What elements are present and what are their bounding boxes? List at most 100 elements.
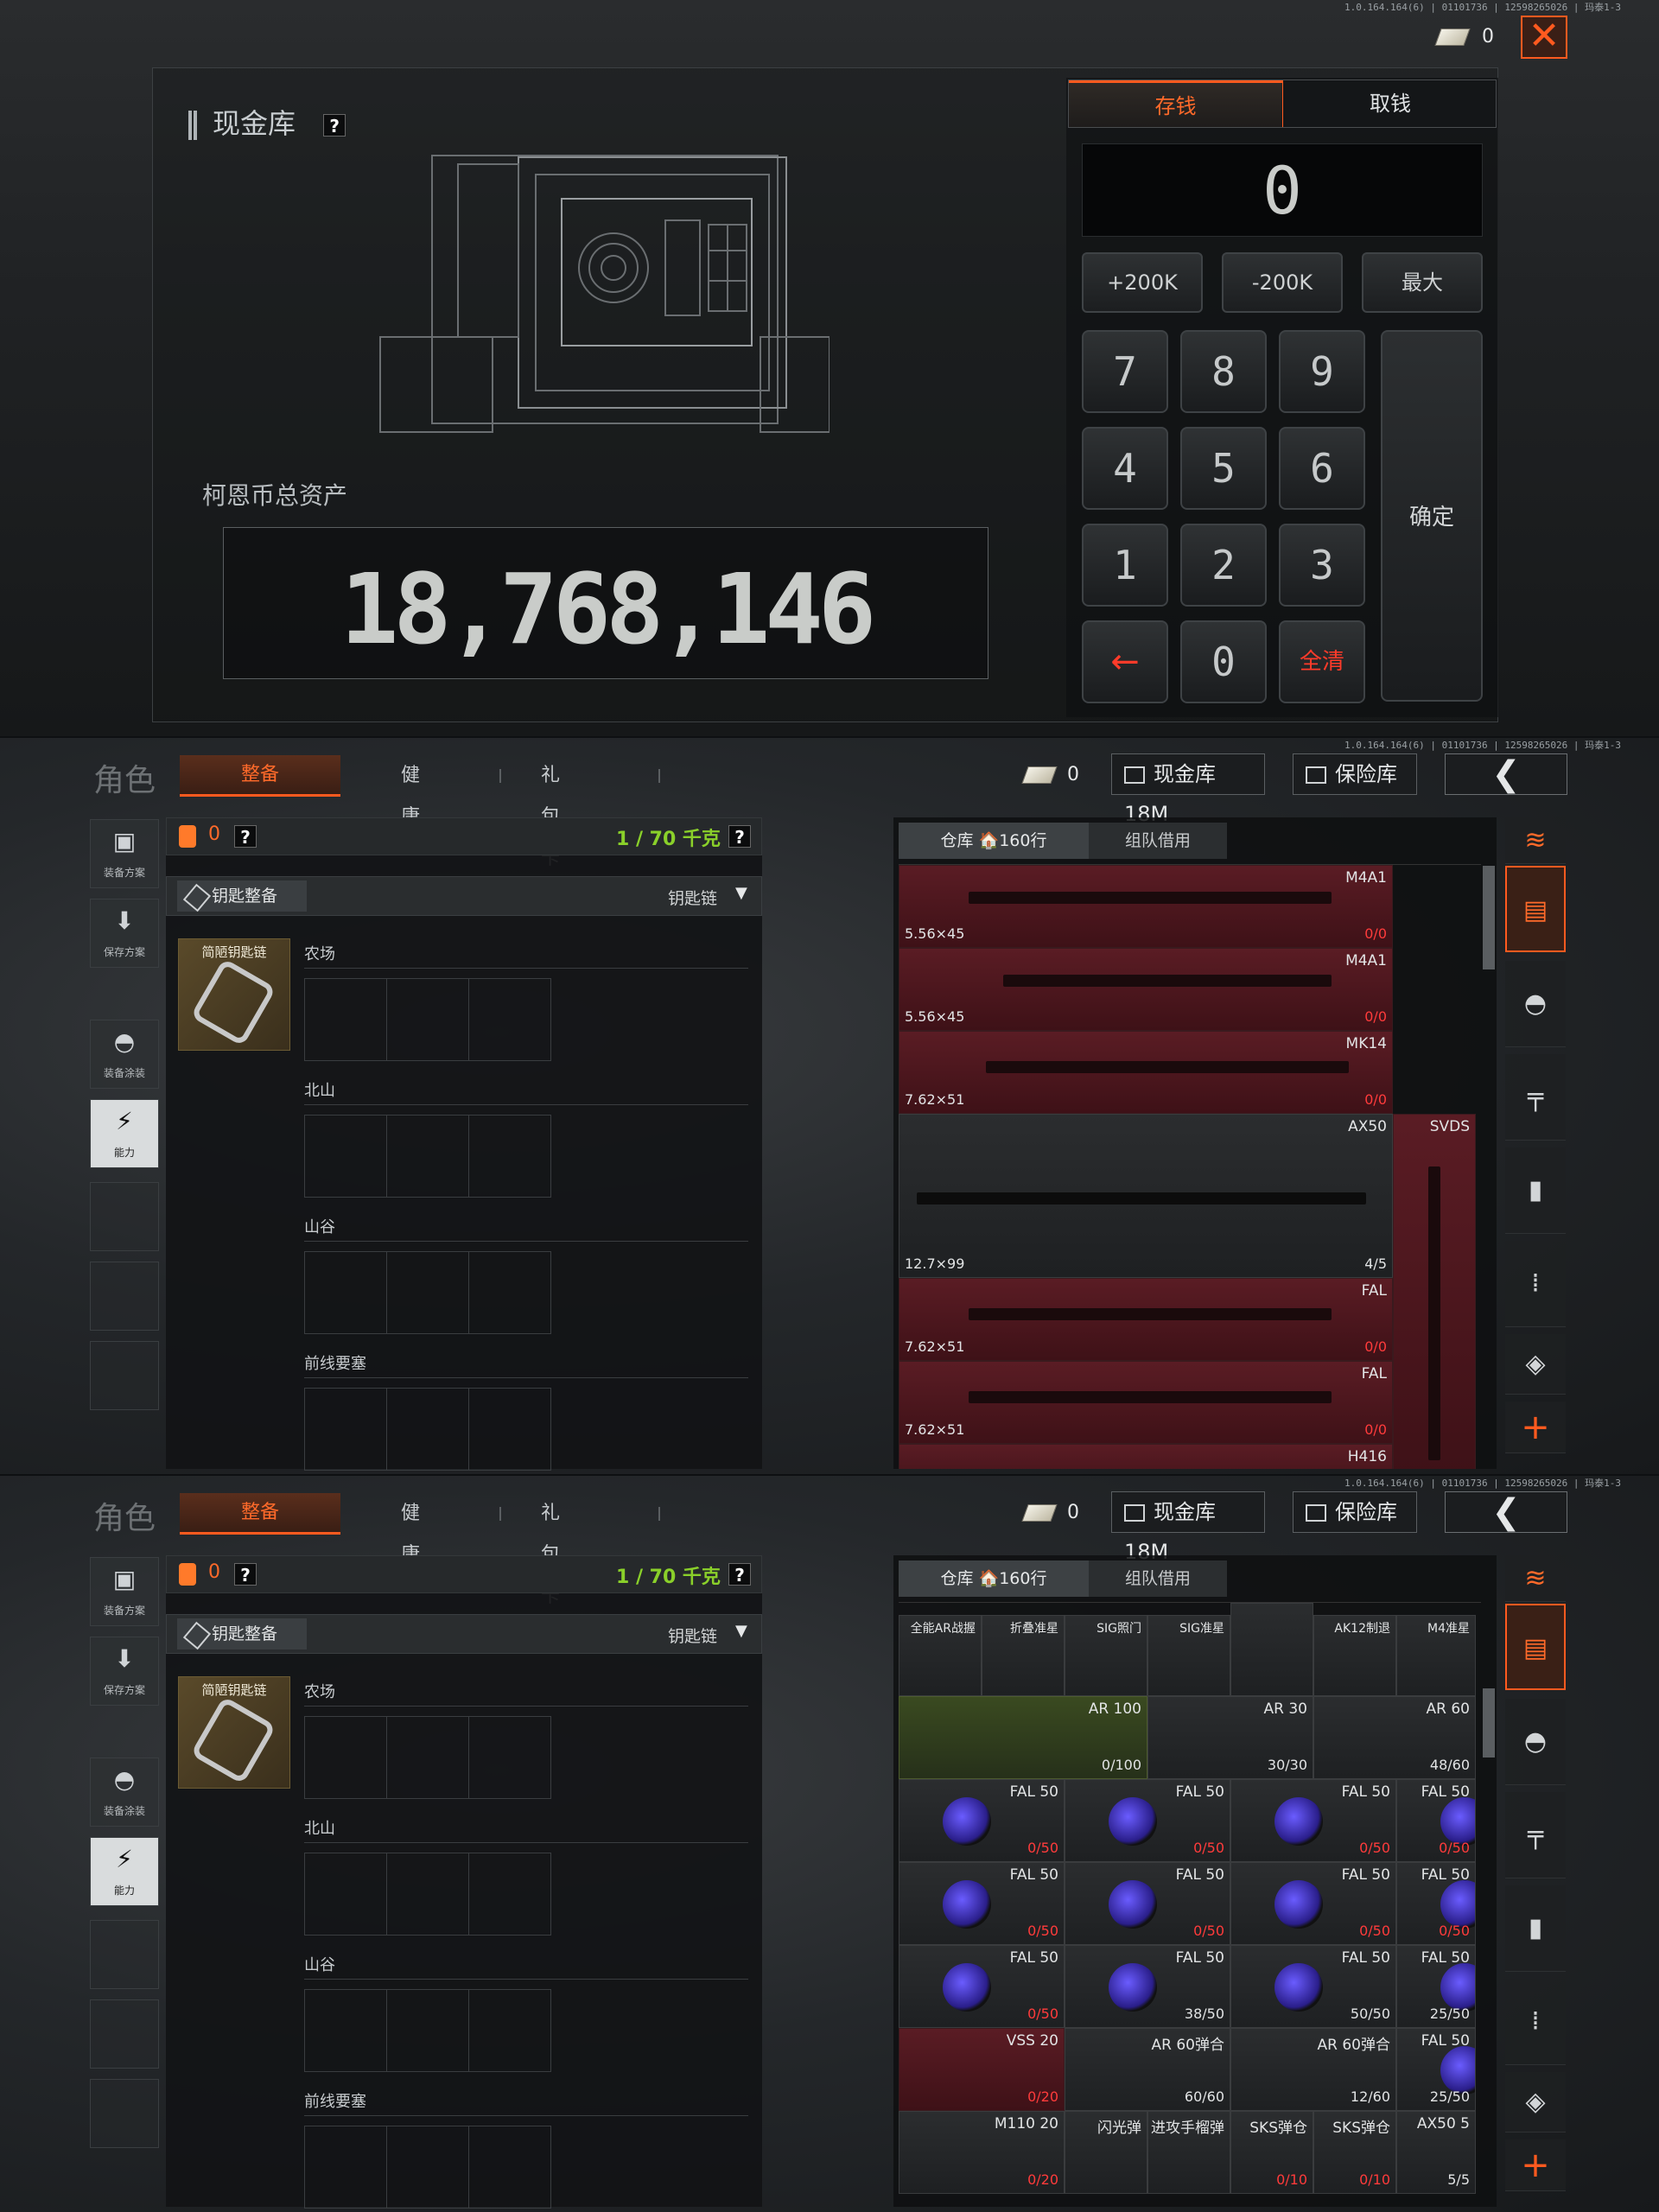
stash-item-magazine[interactable]: AR 60弹合 12/60 — [1230, 2028, 1396, 2111]
key-slots-fortress[interactable] — [304, 1388, 551, 1471]
stash-item-magazine[interactable]: AX50 5 5/5 — [1396, 2111, 1476, 2194]
key-6[interactable]: 6 — [1279, 427, 1365, 510]
side-skins[interactable]: ◓ 装备涂装 — [90, 1758, 159, 1827]
tab-prepare[interactable]: 整备 — [180, 755, 340, 797]
help-icon[interactable]: ? — [728, 825, 751, 848]
stash-item-magazine[interactable]: AR 30 30/30 — [1147, 1696, 1313, 1779]
stash-item-magazine[interactable]: AR 100 0/100 — [899, 1696, 1147, 1779]
stash-item-mk14[interactable]: MK14 7.62×51 0/0 — [899, 1031, 1393, 1114]
tab-gift-cards[interactable]: 礼包卡券 — [541, 755, 560, 911]
key-8[interactable]: 8 — [1180, 330, 1267, 413]
stash-item-magazine[interactable]: FAL 50 0/50 — [899, 1945, 1065, 2028]
key-prep-tab[interactable]: 钥匙整备 — [177, 1618, 307, 1649]
clear-all-button[interactable]: 全清 — [1279, 620, 1365, 703]
stash-item-magazine[interactable]: 进攻手榴弹 — [1147, 2111, 1230, 2194]
key-slots-valley[interactable] — [304, 1989, 551, 2072]
side-skins[interactable]: ◓ 装备涂装 — [90, 1020, 159, 1089]
plus-200k-button[interactable]: +200K — [1082, 252, 1203, 313]
side-save-loadout[interactable]: ⬇ 保存方案 — [90, 1637, 159, 1706]
stash-item-attachment[interactable]: 折叠准星 — [982, 1615, 1065, 1696]
stash-scrollbar[interactable] — [1483, 1688, 1495, 1758]
stash-item-attachment[interactable]: M4准星 — [1396, 1615, 1476, 1696]
tab-prepare[interactable]: 整备 — [180, 1493, 340, 1535]
key-slots-farm[interactable] — [304, 1716, 551, 1799]
stash-item-magazine[interactable]: SKS弹仓 0/10 — [1313, 2111, 1396, 2194]
key-chain-dropdown[interactable]: 钥匙链 — [668, 886, 717, 909]
minus-200k-button[interactable]: -200K — [1222, 252, 1343, 313]
back-button[interactable]: ❮ — [1445, 753, 1567, 795]
key-9[interactable]: 9 — [1279, 330, 1365, 413]
key-2[interactable]: 2 — [1180, 524, 1267, 607]
key-slots-north-hill[interactable] — [304, 1115, 551, 1198]
tab-team-borrow[interactable]: 组队借用 — [1089, 823, 1227, 859]
stash-item-magazine[interactable]: FAL 50 0/50 — [1065, 1862, 1230, 1945]
filter-weapon-icon[interactable]: ╤ — [1505, 1054, 1566, 1141]
filter-attachment-icon[interactable]: ◈ — [1505, 1334, 1566, 1395]
side-loadout[interactable]: ▣ 装备方案 — [90, 819, 159, 888]
filter-helmet-icon[interactable]: ◓ — [1505, 1699, 1566, 1785]
stash-item-magazine[interactable]: FAL 50 0/50 — [1230, 1779, 1396, 1862]
key-0[interactable]: 0 — [1180, 620, 1267, 703]
keychain-item[interactable]: 简陋钥匙链 — [178, 938, 290, 1051]
back-button[interactable]: ❮ — [1445, 1491, 1567, 1533]
keychain-item[interactable]: 简陋钥匙链 — [178, 1676, 290, 1789]
help-icon[interactable]: ? — [234, 1563, 257, 1586]
key-prep-tab[interactable]: 钥匙整备 — [177, 880, 307, 912]
help-icon[interactable]: ? — [234, 825, 257, 848]
stash-item-m4a1[interactable]: M4A1 5.56×45 0/0 — [899, 948, 1393, 1031]
stash-item-magazine[interactable]: AR 60弹合 60/60 — [1065, 2028, 1230, 2111]
key-chain-dropdown[interactable]: 钥匙链 — [668, 1624, 717, 1647]
filter-ammo-icon[interactable]: ⁞ — [1505, 1979, 1566, 2065]
stash-item-magazine[interactable]: AR 60 48/60 — [1313, 1696, 1476, 1779]
max-button[interactable]: 最大 — [1362, 252, 1483, 313]
side-ability[interactable]: ⚡ 能力 — [90, 1099, 159, 1168]
stash-item-attachment[interactable]: AK12制退 — [1313, 1615, 1396, 1696]
stash-item-attachment[interactable] — [1230, 1603, 1313, 1696]
filter-all-icon[interactable]: ▤ — [1505, 866, 1566, 952]
cash-vault-button[interactable]: 现金库 18M — [1111, 753, 1265, 826]
stash-item-magazine[interactable]: 闪光弹 — [1065, 2111, 1147, 2194]
stash-item-attachment[interactable]: 全能AR战握 — [899, 1615, 982, 1696]
key-slots-fortress[interactable] — [304, 2126, 551, 2209]
sort-icon[interactable]: ≋ — [1505, 1555, 1566, 1602]
stash-item-magazine[interactable]: FAL 50 38/50 — [1065, 1945, 1230, 2028]
stash-item-fal[interactable]: FAL 7.62×51 0/0 — [899, 1278, 1393, 1361]
stash-item-magazine[interactable]: FAL 50 50/50 — [1230, 1945, 1396, 2028]
key-slots-north-hill[interactable] — [304, 1853, 551, 1936]
stash-item-magazine[interactable]: FAL 50 0/50 — [899, 1779, 1065, 1862]
key-slots-valley[interactable] — [304, 1251, 551, 1334]
safe-button[interactable]: 保险库 — [1293, 1491, 1417, 1533]
tab-withdraw[interactable]: 取钱 — [1283, 80, 1497, 127]
stash-item-magazine[interactable]: FAL 50 0/50 — [1230, 1862, 1396, 1945]
help-icon[interactable]: ? — [323, 114, 346, 137]
add-icon[interactable]: + — [1505, 1402, 1566, 1453]
help-icon[interactable]: ? — [728, 1563, 751, 1586]
stash-item-fal[interactable]: FAL 7.62×51 0/0 — [899, 1361, 1393, 1444]
tab-health[interactable]: 健康 — [401, 755, 420, 828]
stash-item-h416[interactable]: H416 — [899, 1444, 1393, 1469]
stash-item-ax50[interactable]: AX50 12.7×99 4/5 — [899, 1114, 1393, 1278]
key-5[interactable]: 5 — [1180, 427, 1267, 510]
stash-item-magazine[interactable]: M110 20 0/20 — [899, 2111, 1065, 2194]
stash-item-magazine[interactable]: SKS弹仓 0/10 — [1230, 2111, 1313, 2194]
filter-attachment-icon[interactable]: ◈ — [1505, 2072, 1566, 2133]
stash-item-magazine[interactable]: FAL 50 0/50 — [1396, 1779, 1476, 1862]
tab-team-borrow[interactable]: 组队借用 — [1089, 1560, 1227, 1597]
close-button[interactable]: ✕ — [1521, 16, 1567, 59]
cash-vault-button[interactable]: 现金库 18M — [1111, 1491, 1265, 1564]
stash-item-magazine[interactable]: FAL 50 0/50 — [899, 1862, 1065, 1945]
stash-item-magazine[interactable]: FAL 50 0/50 — [1396, 1862, 1476, 1945]
stash-item-magazine[interactable]: FAL 50 25/50 — [1396, 1945, 1476, 2028]
tab-deposit[interactable]: 存钱 — [1069, 80, 1283, 127]
key-slots-farm[interactable] — [304, 978, 551, 1061]
stash-item-magazine[interactable]: VSS 20 0/20 — [899, 2028, 1065, 2111]
confirm-button[interactable]: 确定 — [1381, 330, 1483, 702]
filter-magazine-icon[interactable]: ▮ — [1505, 1885, 1566, 1972]
side-ability[interactable]: ⚡ 能力 — [90, 1837, 159, 1906]
backspace-button[interactable]: ← — [1082, 620, 1168, 703]
key-7[interactable]: 7 — [1082, 330, 1168, 413]
stash-scrollbar[interactable] — [1483, 866, 1495, 969]
tab-stash[interactable]: 仓库 🏠160行 — [899, 823, 1089, 859]
safe-button[interactable]: 保险库 — [1293, 753, 1417, 795]
filter-ammo-icon[interactable]: ⁞ — [1505, 1241, 1566, 1327]
